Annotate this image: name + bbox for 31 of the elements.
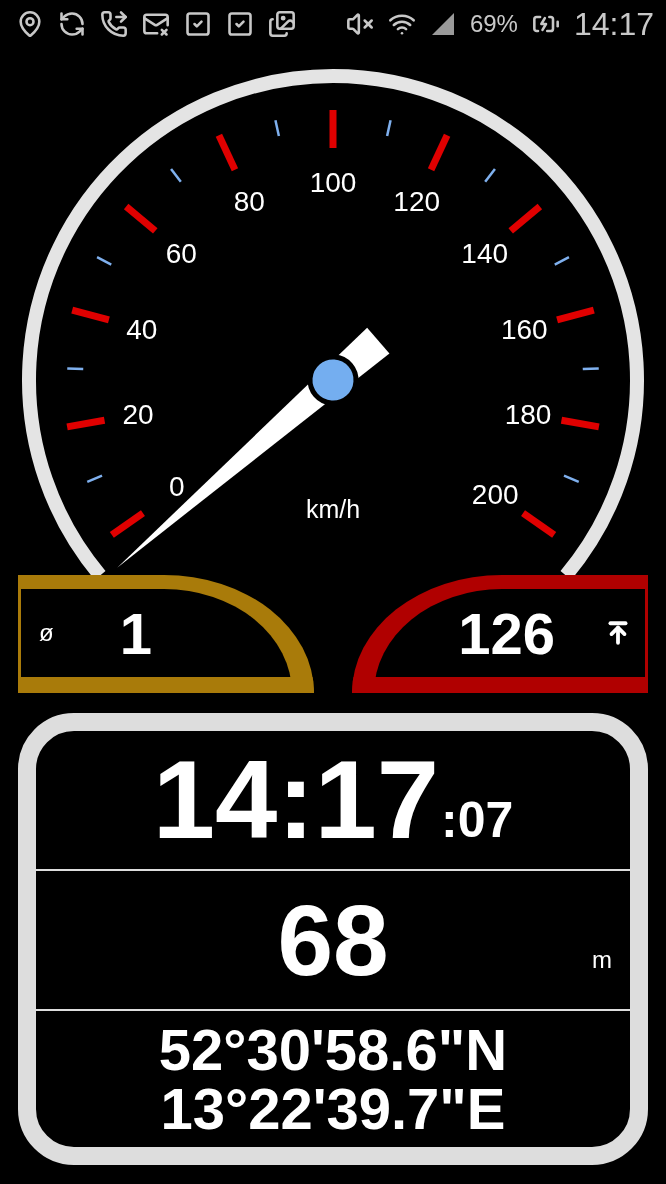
check-icon [226,10,254,38]
average-speed: 1 [119,599,152,667]
sync-icon [58,10,86,38]
phone-icon [100,10,128,38]
scale-label: 0 [169,470,185,502]
coordinate: 13°22'39.7"E [160,1079,506,1139]
check-icon [184,10,212,38]
scale-label: 20 [122,399,154,431]
scale-label: 120 [393,185,441,217]
scale-label: 80 [233,185,265,217]
max-speed: 126 [458,599,555,667]
scale-label: 200 [471,478,519,510]
altitude-unit: m [592,946,612,974]
coordinate: 52°30'58.6"N [158,1019,508,1079]
battery-percent: 69% [469,10,518,38]
scale-label: 60 [165,237,197,269]
clock-seconds: :07 [441,791,514,849]
mute-icon [345,10,374,38]
mail-icon [142,10,170,38]
media-icon [268,10,296,38]
average-symbol: ø [39,619,54,647]
status-time: 14:17 [573,5,654,43]
speed-unit: km/h [305,495,361,523]
scale-label: 180 [504,399,552,431]
location-icon [16,10,44,38]
scale-label: 140 [461,237,509,269]
altitude-value: 68 [277,890,389,990]
clock-time: 14:17 [152,744,440,856]
scale-label: 160 [500,313,548,345]
scale-label: 40 [126,313,158,345]
scale-label: 100 [309,167,357,198]
